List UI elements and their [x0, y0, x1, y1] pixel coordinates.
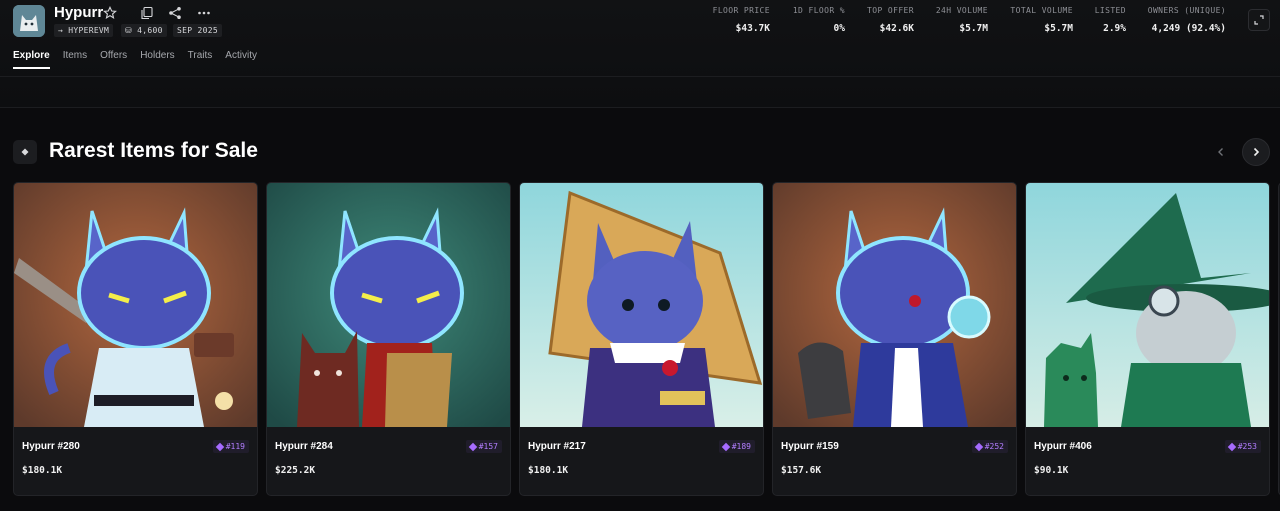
item-name: Hypurr #406: [1034, 441, 1092, 452]
item-price: $157.6K: [781, 465, 822, 476]
diamond-icon: [13, 140, 37, 164]
gem-icon: [215, 442, 224, 451]
item-image[interactable]: [1026, 183, 1269, 427]
item-card[interactable]: Hypurr #217 #189 $180.1K: [519, 182, 764, 496]
expand-button[interactable]: [1248, 9, 1270, 31]
expand-icon: [1254, 15, 1264, 25]
rarity-badge: #253: [1224, 440, 1261, 453]
rarity-rank: #189: [731, 442, 751, 451]
gem-icon: [468, 442, 477, 451]
rarest-items-carousel: Hypurr #280 #119 $180.1K Hypurr #284 #15…: [13, 182, 1280, 496]
tab-holders[interactable]: Holders: [140, 49, 174, 69]
stat-listed: LISTED 2.9%: [1094, 6, 1126, 34]
gem-icon: [974, 442, 983, 451]
item-card[interactable]: Hypurr #159 #252 $157.6K: [772, 182, 1017, 496]
tab-activity[interactable]: Activity: [225, 49, 257, 69]
rarity-rank: #252: [984, 442, 1004, 451]
chevron-left-icon: [1218, 148, 1223, 156]
rarity-rank: #119: [225, 442, 245, 451]
collection-header: Hypurr → HYPEREVM ⛁ 4,600 SEP 2025 FLOOR…: [0, 0, 1280, 108]
tab-items[interactable]: Items: [63, 49, 87, 69]
rarity-badge: #157: [465, 440, 502, 453]
divider: [0, 76, 1280, 77]
rarity-badge: #189: [718, 440, 755, 453]
rarity-rank: #253: [1237, 442, 1257, 451]
stat-owners: OWNERS (UNIQUE) 4,249 (92.4%): [1147, 6, 1226, 34]
item-image[interactable]: [520, 183, 763, 427]
item-image[interactable]: [14, 183, 257, 427]
item-price: $180.1K: [22, 465, 63, 476]
item-name: Hypurr #280: [22, 441, 80, 452]
item-price: $90.1K: [1034, 465, 1069, 476]
tab-traits[interactable]: Traits: [188, 49, 213, 69]
rarity-badge: #252: [971, 440, 1008, 453]
tab-offers[interactable]: Offers: [100, 49, 127, 69]
collection-stats: FLOOR PRICE $43.7K 1D FLOOR % 0% TOP OFF…: [0, 6, 1280, 36]
gem-icon: [1227, 442, 1236, 451]
item-name: Hypurr #217: [528, 441, 586, 452]
item-name: Hypurr #284: [275, 441, 333, 452]
item-card[interactable]: Hypurr #406 #253 $90.1K: [1025, 182, 1270, 496]
rarity-rank: #157: [478, 442, 498, 451]
stat-1d-floor: 1D FLOOR % 0%: [792, 6, 845, 34]
stat-24h-volume: 24H VOLUME $5.7M: [935, 6, 988, 34]
collection-tabs: Explore Items Offers Holders Traits Acti…: [13, 49, 270, 69]
item-card[interactable]: Hypurr #280 #119 $180.1K: [13, 182, 258, 496]
stat-total-volume: TOTAL VOLUME $5.7M: [1010, 6, 1073, 34]
carousel-next-button[interactable]: [1242, 138, 1270, 166]
item-price: $180.1K: [528, 465, 569, 476]
chevron-right-icon: [1253, 147, 1260, 157]
item-name: Hypurr #159: [781, 441, 839, 452]
item-image[interactable]: [773, 183, 1016, 427]
carousel-prev-button[interactable]: [1207, 138, 1235, 166]
section-title: Rarest Items for Sale: [49, 139, 258, 162]
item-card[interactable]: Hypurr #284 #157 $225.2K: [266, 182, 511, 496]
stat-top-offer: TOP OFFER $42.6K: [867, 6, 914, 34]
tab-explore[interactable]: Explore: [13, 49, 50, 69]
item-price: $225.2K: [275, 465, 316, 476]
stat-floor-price: FLOOR PRICE $43.7K: [712, 6, 770, 34]
gem-icon: [721, 442, 730, 451]
item-image[interactable]: [267, 183, 510, 427]
rarity-badge: #119: [212, 440, 249, 453]
